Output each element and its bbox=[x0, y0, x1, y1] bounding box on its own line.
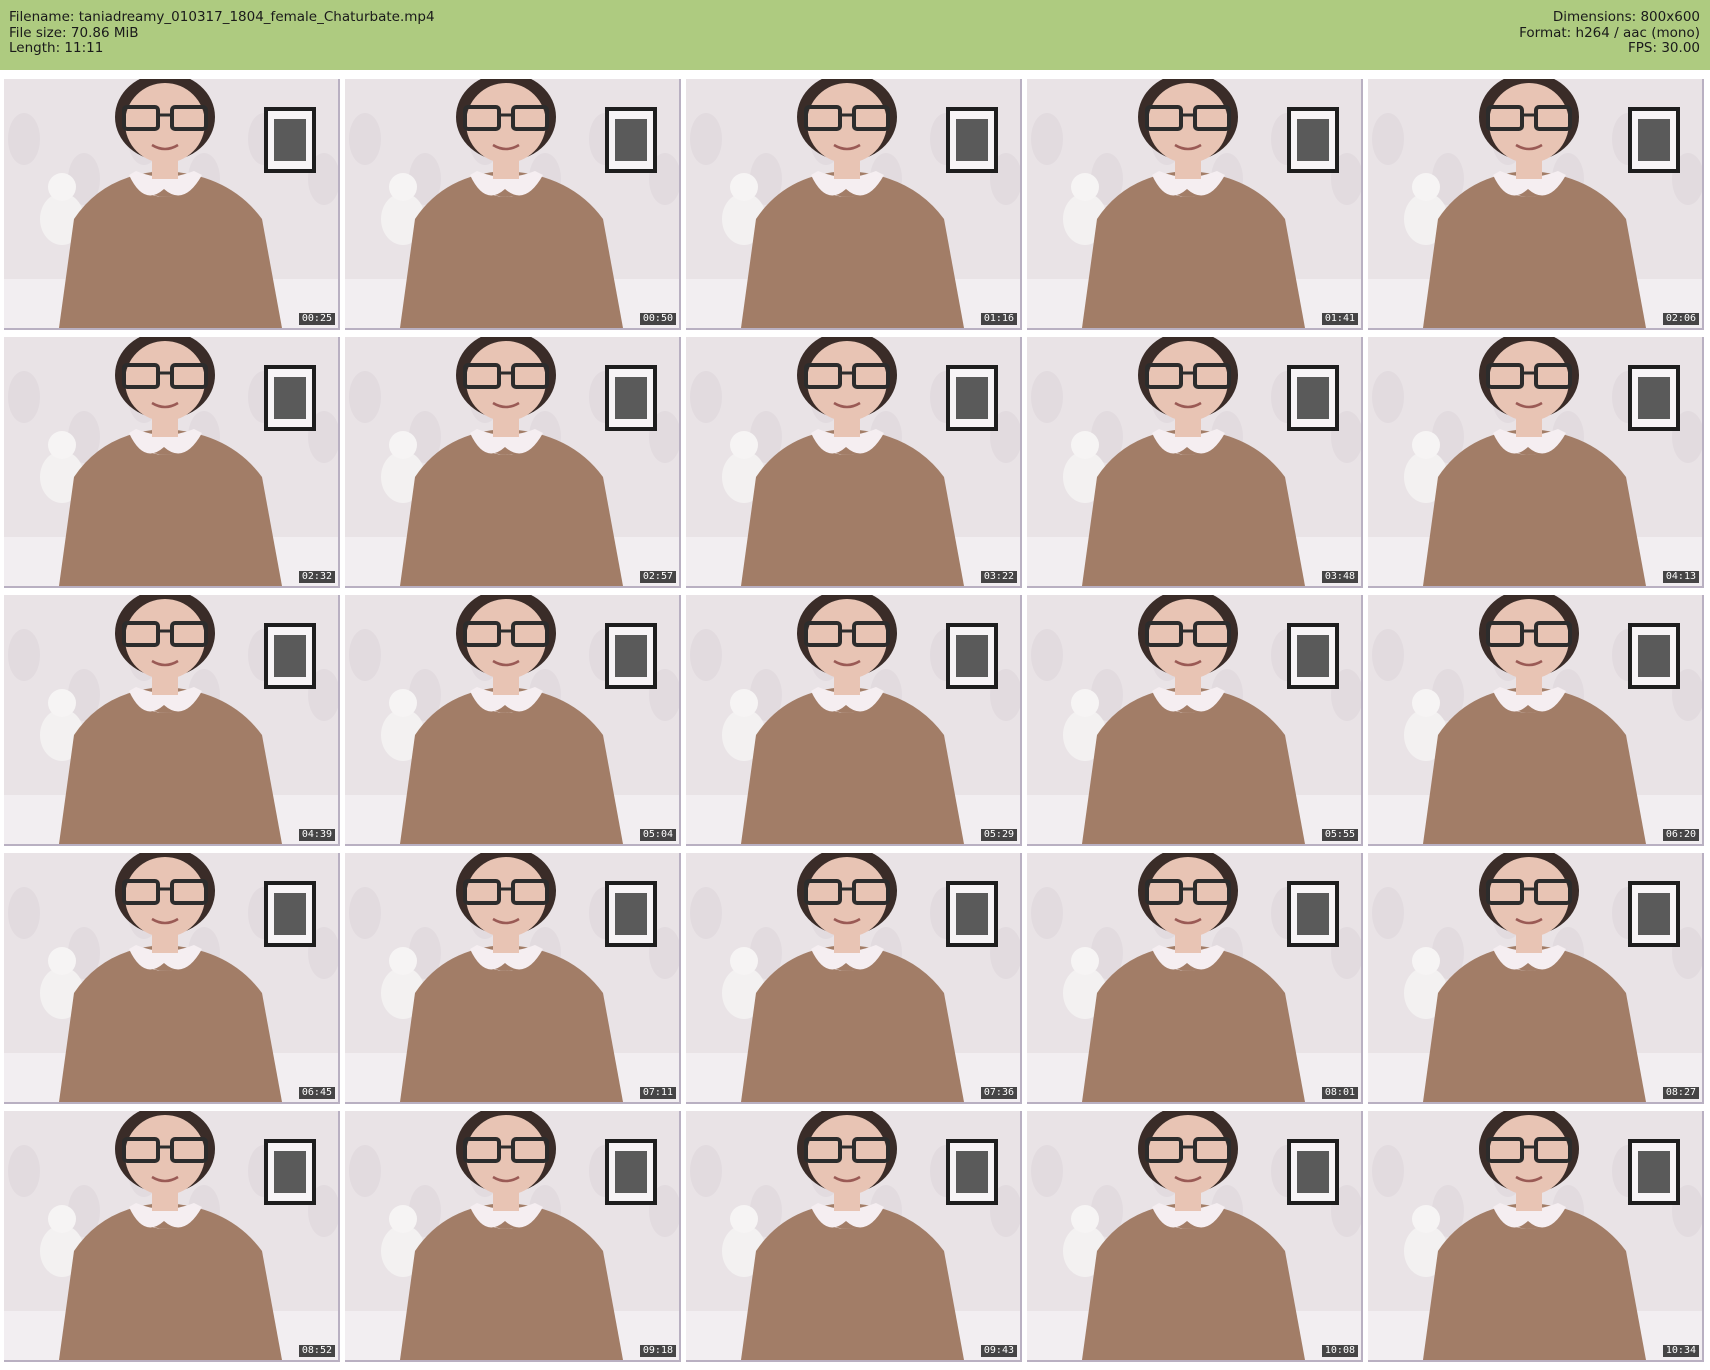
frame-image bbox=[1027, 853, 1361, 1102]
frame-image bbox=[1368, 1111, 1702, 1360]
video-frame-thumbnail: 06:45 bbox=[4, 853, 340, 1104]
video-frame-thumbnail: 10:08 bbox=[1027, 1111, 1363, 1362]
frame-image bbox=[686, 79, 1020, 328]
frame-timestamp: 05:29 bbox=[980, 829, 1017, 841]
video-frame-thumbnail: 08:01 bbox=[1027, 853, 1363, 1104]
frame-image bbox=[1368, 595, 1702, 844]
fps-value: 30.00 bbox=[1661, 40, 1700, 56]
frame-timestamp: 04:39 bbox=[298, 829, 335, 841]
frame-timestamp: 08:52 bbox=[298, 1345, 335, 1357]
video-frame-thumbnail: 01:41 bbox=[1027, 79, 1363, 330]
frame-timestamp: 02:32 bbox=[298, 571, 335, 583]
length-value: 11:11 bbox=[64, 40, 104, 56]
fps-line: FPS: 30.00 bbox=[1519, 40, 1700, 57]
frame-timestamp: 05:04 bbox=[639, 829, 676, 841]
frame-timestamp: 07:36 bbox=[980, 1087, 1017, 1099]
filename-label: Filename: bbox=[9, 9, 75, 25]
frame-image bbox=[1368, 853, 1702, 1102]
filename-line: Filename: taniadreamy_010317_1804_female… bbox=[9, 9, 435, 26]
frame-image bbox=[1368, 79, 1702, 328]
frame-image bbox=[345, 337, 679, 586]
frame-image bbox=[1027, 79, 1361, 328]
frame-image bbox=[1027, 595, 1361, 844]
video-frame-thumbnail: 02:57 bbox=[345, 337, 681, 588]
frame-timestamp: 09:18 bbox=[639, 1345, 676, 1357]
length-line: Length: 11:11 bbox=[9, 40, 435, 57]
frame-image bbox=[345, 853, 679, 1102]
video-frame-thumbnail: 08:27 bbox=[1368, 853, 1704, 1104]
frame-image bbox=[4, 1111, 338, 1360]
frame-timestamp: 10:08 bbox=[1321, 1345, 1358, 1357]
video-frame-thumbnail: 08:52 bbox=[4, 1111, 340, 1362]
filename-value: taniadreamy_010317_1804_female_Chaturbat… bbox=[78, 9, 435, 25]
filesize-label: File size: bbox=[9, 24, 67, 41]
video-frame-thumbnail: 09:18 bbox=[345, 1111, 681, 1362]
frame-timestamp: 01:41 bbox=[1321, 313, 1358, 325]
frame-image bbox=[1027, 1111, 1361, 1360]
video-frame-thumbnail: 06:20 bbox=[1368, 595, 1704, 846]
frame-image bbox=[686, 853, 1020, 1102]
frame-timestamp: 06:20 bbox=[1662, 829, 1699, 841]
frame-image bbox=[4, 337, 338, 586]
video-frame-thumbnail: 04:13 bbox=[1368, 337, 1704, 588]
frame-image bbox=[686, 1111, 1020, 1360]
frame-timestamp: 00:25 bbox=[298, 313, 335, 325]
frame-timestamp: 10:34 bbox=[1662, 1345, 1699, 1357]
video-frame-thumbnail: 07:11 bbox=[345, 853, 681, 1104]
frame-image bbox=[4, 853, 338, 1102]
frame-image bbox=[686, 337, 1020, 586]
dimensions-label: Dimensions: bbox=[1552, 9, 1637, 25]
header-left: Filename: taniadreamy_010317_1804_female… bbox=[9, 9, 435, 57]
frame-timestamp: 06:45 bbox=[298, 1087, 335, 1099]
video-frame-thumbnail: 10:34 bbox=[1368, 1111, 1704, 1362]
video-frame-thumbnail: 05:04 bbox=[345, 595, 681, 846]
frame-image bbox=[4, 595, 338, 844]
frame-timestamp: 09:43 bbox=[980, 1345, 1017, 1357]
filesize-line: File size: 70.86 MiB bbox=[9, 24, 435, 42]
frame-image bbox=[686, 595, 1020, 844]
header-right: Dimensions: 800x600 Format: h264 / aac (… bbox=[1519, 9, 1700, 57]
frame-timestamp: 00:50 bbox=[639, 313, 676, 325]
format-label: Format: bbox=[1519, 24, 1572, 41]
info-header: Filename: taniadreamy_010317_1804_female… bbox=[0, 0, 1710, 70]
video-frame-thumbnail: 04:39 bbox=[4, 595, 340, 846]
frame-image bbox=[4, 79, 338, 328]
frame-timestamp: 08:01 bbox=[1321, 1087, 1358, 1099]
format-line: Format: h264 / aac (mono) bbox=[1519, 24, 1700, 42]
dimensions-value: 800x600 bbox=[1640, 9, 1700, 25]
video-frame-thumbnail: 00:50 bbox=[345, 79, 681, 330]
video-frame-thumbnail: 03:22 bbox=[686, 337, 1022, 588]
frame-image bbox=[1027, 337, 1361, 586]
filesize-value: 70.86 MiB bbox=[70, 24, 139, 41]
video-frame-thumbnail: 05:55 bbox=[1027, 595, 1363, 846]
frame-timestamp: 05:55 bbox=[1321, 829, 1358, 841]
frame-timestamp: 01:16 bbox=[980, 313, 1017, 325]
video-frame-thumbnail: 05:29 bbox=[686, 595, 1022, 846]
format-value: h264 / aac (mono) bbox=[1575, 24, 1700, 41]
video-frame-thumbnail: 07:36 bbox=[686, 853, 1022, 1104]
frame-timestamp: 03:48 bbox=[1321, 571, 1358, 583]
frame-timestamp: 02:57 bbox=[639, 571, 676, 583]
video-frame-thumbnail: 01:16 bbox=[686, 79, 1022, 330]
fps-label: FPS: bbox=[1628, 40, 1658, 56]
frame-image bbox=[345, 79, 679, 328]
frame-timestamp: 07:11 bbox=[639, 1087, 676, 1099]
thumbnail-grid: 00:25 00:50 01:16 01:41 02:06 02:32 02:57 03:22… bbox=[4, 79, 1706, 1365]
frame-timestamp: 04:13 bbox=[1662, 571, 1699, 583]
video-frame-thumbnail: 02:06 bbox=[1368, 79, 1704, 330]
dimensions-line: Dimensions: 800x600 bbox=[1519, 9, 1700, 26]
frame-timestamp: 03:22 bbox=[980, 571, 1017, 583]
video-frame-thumbnail: 09:43 bbox=[686, 1111, 1022, 1362]
frame-image bbox=[345, 595, 679, 844]
video-frame-thumbnail: 00:25 bbox=[4, 79, 340, 330]
length-label: Length: bbox=[9, 40, 61, 56]
frame-image bbox=[345, 1111, 679, 1360]
frame-timestamp: 08:27 bbox=[1662, 1087, 1699, 1099]
video-frame-thumbnail: 03:48 bbox=[1027, 337, 1363, 588]
video-frame-thumbnail: 02:32 bbox=[4, 337, 340, 588]
frame-timestamp: 02:06 bbox=[1662, 313, 1699, 325]
frame-image bbox=[1368, 337, 1702, 586]
